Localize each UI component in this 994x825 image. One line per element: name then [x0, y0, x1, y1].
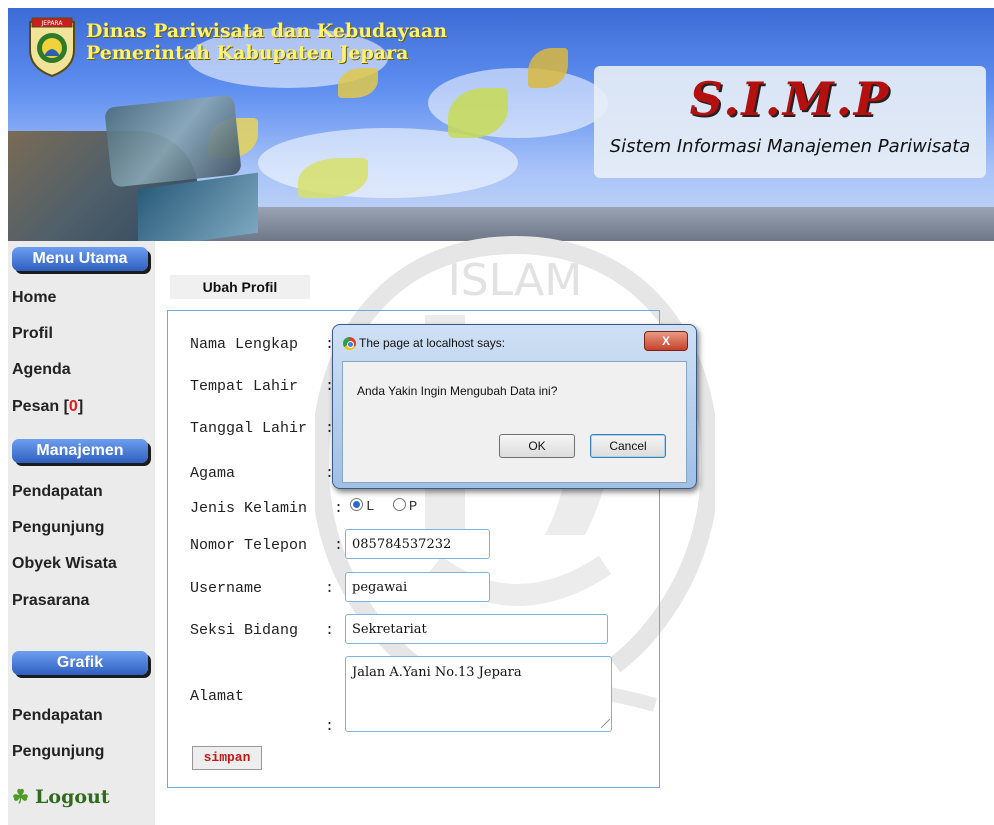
- username-input[interactable]: pegawai: [345, 572, 490, 602]
- sidebar-item-agenda[interactable]: Agenda: [12, 361, 71, 379]
- label-tanggal-lahir: Tanggal Lahir: [190, 420, 308, 437]
- banner-leaf: [338, 68, 378, 98]
- colon: :: [334, 500, 344, 517]
- label-agama: Agama: [190, 465, 236, 482]
- colon: :: [325, 718, 335, 735]
- gender-radio-p-label: P: [408, 499, 418, 515]
- cancel-button[interactable]: Cancel: [590, 434, 666, 458]
- confirm-dialog: The page at localhost says: X Anda Yakin…: [332, 324, 697, 489]
- pesan-label: Pesan [: [12, 398, 69, 415]
- sidebar-item-pesan[interactable]: Pesan [0]: [12, 398, 83, 416]
- colon: :: [325, 580, 335, 597]
- ok-button[interactable]: OK: [499, 434, 575, 458]
- logout-link[interactable]: ☘ Logout: [12, 786, 110, 808]
- label-tempat-lahir: Tempat Lahir: [190, 378, 299, 395]
- sidebar-item-obyek-wisata[interactable]: Obyek Wisata: [12, 555, 117, 573]
- dialog-body: Anda Yakin Ingin Mengubah Data ini? OK C…: [342, 361, 687, 483]
- label-username: Username: [190, 580, 263, 597]
- textarea-resize-handle[interactable]: [601, 719, 610, 728]
- watermark-text: ISLAM: [448, 255, 583, 306]
- agency-name: Dinas Pariwisata dan Kebudayaan Pemerint…: [86, 20, 447, 64]
- label-alamat: Alamat: [190, 688, 245, 705]
- chrome-icon: [343, 337, 356, 350]
- app-title-panel: S.I.M.P Sistem Informasi Manajemen Pariw…: [594, 66, 986, 178]
- grafik-header: Grafik: [12, 651, 148, 675]
- agency-line-2: Pemerintah Kabupaten Jepara: [86, 42, 409, 64]
- alamat-textarea[interactable]: Jalan A.Yani No.13 Jepara: [345, 656, 612, 732]
- sidebar-item-profil[interactable]: Profil: [12, 325, 53, 343]
- banner-cloud: [258, 128, 518, 198]
- sidebar-item-pendapatan[interactable]: Pendapatan: [12, 483, 103, 501]
- label-jenis-kelamin: Jenis Kelamin: [190, 500, 308, 517]
- label-nomor-telepon: Nomor Telepon: [190, 537, 308, 554]
- sidebar-item-grafik-pendapatan[interactable]: Pendapatan: [12, 707, 103, 725]
- gender-radio-group: L P: [350, 498, 417, 515]
- manajemen-header: Manajemen: [12, 439, 148, 463]
- pesan-count-badge: 0: [68, 398, 78, 415]
- dialog-title: The page at localhost says:: [359, 336, 506, 350]
- label-seksi-bidang: Seksi Bidang: [190, 622, 299, 639]
- sidebar-item-prasarana[interactable]: Prasarana: [12, 592, 89, 610]
- label-nama-lengkap: Nama Lengkap: [190, 336, 299, 353]
- banner-reef-image: [104, 94, 242, 188]
- sidebar-item-home[interactable]: Home: [12, 289, 56, 307]
- pesan-suffix: ]: [77, 398, 84, 415]
- gender-radio-l[interactable]: L: [350, 498, 375, 515]
- gender-radio-l-label: L: [366, 499, 375, 515]
- sidebar-item-pengunjung[interactable]: Pengunjung: [12, 519, 104, 537]
- logout-label: Logout: [35, 786, 110, 808]
- agency-line-1: Dinas Pariwisata dan Kebudayaan: [86, 20, 448, 42]
- colon: :: [325, 622, 335, 639]
- app-title: S.I.M.P: [689, 72, 891, 126]
- dialog-close-button[interactable]: X: [644, 331, 688, 351]
- app-subtitle: Sistem Informasi Manajemen Pariwisata: [609, 136, 971, 157]
- sidebar: Menu Utama Home Profil Agenda Pesan [0] …: [8, 241, 155, 825]
- menu-utama-header: Menu Utama: [12, 247, 148, 271]
- header-banner: JEPARA Dinas Pariwisata dan Kebudayaan P…: [8, 8, 994, 241]
- dialog-message: Anda Yakin Ingin Mengubah Data ini?: [357, 384, 558, 398]
- colon: :: [334, 537, 344, 554]
- jepara-crest-logo: JEPARA: [29, 17, 75, 78]
- ubah-profil-tab: Ubah Profil: [170, 275, 310, 299]
- radio-unselected-icon: [392, 498, 406, 511]
- gender-radio-p[interactable]: P: [392, 498, 418, 515]
- sidebar-item-grafik-pengunjung[interactable]: Pengunjung: [12, 743, 104, 761]
- svg-text:JEPARA: JEPARA: [41, 20, 64, 27]
- leaf-logout-icon: ☘: [12, 786, 30, 808]
- radio-selected-icon: [350, 498, 363, 511]
- simpan-button[interactable]: simpan: [192, 746, 262, 770]
- seksi-bidang-select[interactable]: Sekretariat: [345, 614, 608, 644]
- telepon-input[interactable]: 085784537232: [345, 529, 490, 559]
